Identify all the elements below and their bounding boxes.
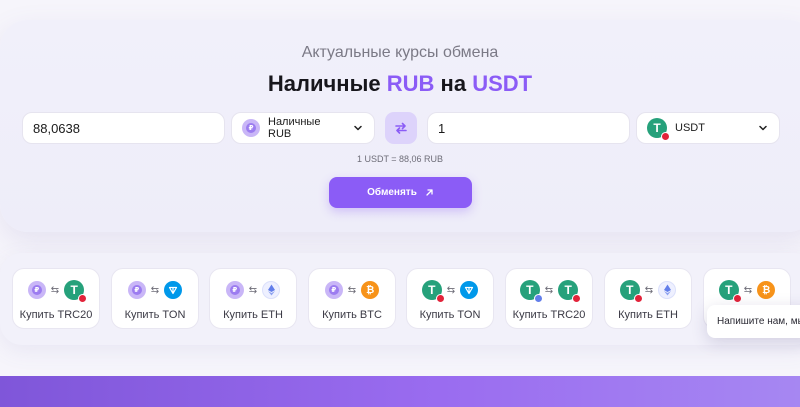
btc-icon: ₿ [757, 281, 776, 299]
title-prefix: Наличные [267, 71, 381, 96]
to-currency-label: USDT [675, 122, 705, 134]
usdt-trc20-icon: T [647, 118, 670, 141]
quick-pair-label: Купить TRC20 [512, 309, 586, 321]
quick-pair-label: Купить ETH [223, 309, 283, 321]
swap-arrows-icon: ⇆ [446, 284, 456, 296]
title-from-currency: RUB [386, 71, 435, 96]
quick-pair-label: Купить TRC20 [19, 309, 93, 321]
swap-arrows-icon: ⇆ [544, 284, 554, 296]
exchange-submit-button[interactable]: Обменять [329, 177, 472, 208]
to-currency-select[interactable]: T USDT [636, 112, 780, 144]
exchange-subtitle: Актуальные курсы обмена [301, 44, 499, 61]
btc-icon: ₿ [361, 281, 380, 299]
swap-arrows-icon: ⇆ [150, 284, 160, 296]
swap-arrows-icon: ⇆ [50, 284, 60, 296]
usdt-trc20-icon: T [558, 280, 582, 303]
usdt-erc20-icon: T [519, 280, 543, 303]
quick-pair-card[interactable]: ₽ ⇆ Купить ETH [209, 268, 297, 329]
quick-pair-card[interactable]: ₽ ⇆ T Купить TRC20 [12, 268, 100, 329]
ton-icon [164, 281, 183, 299]
exchange-rate-text: 1 USDT = 88,06 RUB [356, 154, 444, 164]
from-currency-select[interactable]: ₽ Наличные RUB [231, 112, 375, 144]
to-amount-field[interactable] [427, 112, 630, 144]
eth-icon [262, 281, 281, 299]
quick-pair-card[interactable]: ₽ ⇆ Купить TON [111, 268, 199, 329]
swap-currencies-button[interactable] [385, 112, 417, 144]
rub-coin-icon: ₽ [127, 281, 146, 299]
quick-pair-card[interactable]: T ⇆ T Купить TRC20 [505, 268, 593, 329]
swap-arrows-icon: ⇆ [248, 284, 258, 296]
footer-band [0, 376, 800, 407]
swap-arrows-icon: ⇆ [644, 284, 654, 296]
title-middle: на [440, 71, 467, 96]
quick-pair-card[interactable]: T ⇆ Купить TON [406, 268, 494, 329]
swap-icon [395, 122, 407, 134]
eth-icon [658, 281, 677, 299]
usdt-trc20-icon: T [718, 280, 742, 303]
chevron-down-icon [354, 125, 362, 131]
chevron-down-icon [759, 125, 767, 131]
usdt-trc20-icon: T [421, 280, 445, 303]
quick-pair-label: Купить ETH [618, 309, 678, 321]
arrow-up-right-icon [426, 189, 433, 196]
from-amount-input[interactable] [23, 120, 224, 136]
quick-pair-label: Купить TON [419, 309, 481, 321]
usdt-trc20-icon: T [64, 280, 88, 303]
swap-arrows-icon: ⇆ [347, 284, 357, 296]
title-to-currency: USDT [472, 71, 533, 96]
rub-coin-icon: ₽ [27, 281, 46, 299]
rub-coin-icon: ₽ [324, 281, 343, 299]
from-currency-label: Наличные RUB [268, 116, 321, 140]
usdt-trc20-icon: T [619, 280, 643, 303]
quick-pair-label: Купить TON [124, 309, 186, 321]
quick-pair-label: Купить BTC [322, 309, 382, 321]
exchange-title: Наличные RUB на USDT [0, 71, 800, 97]
swap-arrows-icon: ⇆ [743, 284, 753, 296]
exchange-submit-label: Обменять [367, 187, 417, 198]
to-amount-input[interactable] [428, 120, 629, 136]
quick-pair-card[interactable]: T ⇆ Купить ETH [604, 268, 692, 329]
quick-pair-card[interactable]: ₽ ⇆ ₿ Купить BTC [308, 268, 396, 329]
rub-coin-icon: ₽ [242, 119, 260, 137]
chat-tooltip[interactable]: Напишите нам, мы [707, 305, 800, 338]
from-amount-field[interactable] [22, 112, 225, 144]
rub-coin-icon: ₽ [225, 281, 244, 299]
ton-icon [460, 281, 479, 299]
